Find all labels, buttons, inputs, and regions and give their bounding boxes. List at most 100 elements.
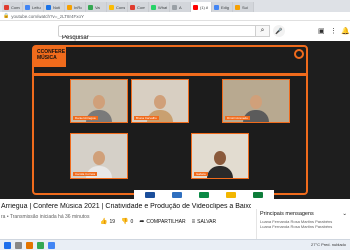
browser-tab[interactable]: InRo (65, 2, 86, 12)
dislike-button[interactable]: 👎 0 (121, 218, 134, 226)
weather-status: Pred. nublado (321, 242, 346, 247)
browser-tab[interactable]: Com (128, 2, 149, 12)
os-taskbar: 27°C Pred. nublado (0, 239, 350, 250)
dislike-count: 0 (130, 218, 134, 225)
tab-label: Edig (221, 4, 230, 10)
tab-label: Cons (116, 4, 125, 10)
participant-figure (207, 151, 233, 178)
search-box[interactable] (58, 25, 256, 43)
tab-favicon-icon (109, 4, 114, 10)
lock-icon: 🔒 (3, 13, 10, 19)
tab-label: A (179, 4, 182, 10)
system-tray: 27°C Pred. nublado (311, 242, 346, 247)
accent-ribbon (34, 73, 306, 76)
participant-name: Isabela (194, 172, 208, 176)
decorative-ring (294, 49, 304, 59)
browser-tab[interactable]: Sui (233, 2, 254, 12)
youtube-header: ⌕ 🎤 ▣ ⋮ 🔔 (0, 22, 350, 43)
tab-label: InRo (74, 4, 83, 10)
share-button[interactable]: ➦ COMPARTILHAR (139, 218, 186, 226)
tab-label: Vai (95, 4, 101, 10)
participant-name: Bruna Carvalho (134, 116, 159, 120)
participant-name: Dimitri Azevedo (225, 116, 250, 120)
apps-grid-icon[interactable]: ⋮ (330, 27, 337, 35)
tab-label: What (158, 4, 167, 10)
like-button[interactable]: 👍 19 (100, 218, 116, 226)
tab-favicon-icon (46, 4, 51, 10)
browser-tab-active[interactable]: (1) A (191, 2, 212, 12)
share-label: COMPARTILHAR (146, 218, 186, 225)
tab-favicon-icon (130, 4, 135, 10)
browser-tab[interactable]: Leitu (23, 2, 44, 12)
participant-tile: Daniel Arriegua (70, 79, 128, 123)
save-playlist-icon: ≡ (191, 218, 196, 225)
video-actions: 👍 19 👎 0 ➦ COMPARTILHAR ≡ SALVAR (100, 218, 217, 226)
voice-search-button[interactable]: 🎤 (273, 25, 285, 37)
logo-line-2: MÚSICA (37, 55, 57, 61)
save-button[interactable]: ≡ SALVAR (192, 219, 217, 225)
chat-header[interactable]: Principais mensagens ⌄ (257, 209, 350, 219)
taskbar-app-icon[interactable] (37, 241, 44, 249)
youtube-favicon-icon (193, 4, 198, 10)
url-text: youtube.com/watch?v=_zLT8r4FxoY (11, 13, 85, 19)
search-icon: ⌕ (260, 27, 265, 34)
save-label: SALVAR (197, 218, 217, 225)
create-video-icon[interactable]: ▣ (318, 27, 325, 35)
temperature: 27°C (311, 242, 320, 247)
search-button[interactable]: ⌕ (256, 25, 270, 37)
browser-tab[interactable]: Como (2, 2, 23, 12)
notifications-bell-icon[interactable]: 🔔 (341, 27, 350, 35)
screenshot-root: Como Leitu Noti InRo Vai Cons Com What A… (0, 0, 350, 250)
tab-favicon-icon (4, 4, 9, 10)
tab-label: (1) A (200, 4, 209, 10)
sponsor-logo (253, 192, 264, 198)
video-player[interactable]: CCONFERE MÚSICA Daniel Arriegua Bruna Ca… (0, 41, 350, 199)
thumbs-up-icon: 👍 (100, 219, 108, 225)
sponsor-logo (226, 192, 237, 198)
chat-header-label: Principais mensagens (260, 211, 314, 217)
browser-tab[interactable]: Noti (44, 2, 65, 12)
browser-tab-strip: Como Leitu Noti InRo Vai Cons Com What A… (0, 0, 350, 12)
participant-tile: Dimitri Azevedo (222, 79, 290, 123)
sponsor-bar (134, 190, 274, 199)
browser-tab[interactable]: What (149, 2, 170, 12)
participant-name: Daniel Arriegua (73, 116, 98, 120)
browser-tab[interactable]: Edig (212, 2, 233, 12)
tab-label: Noti (53, 4, 61, 10)
participant-tile: Bruna Carvalho (131, 79, 189, 123)
participant-tile: Isabela (191, 133, 249, 179)
live-chat-panel: Principais mensagens ⌄ Luana Fernanda Ro… (256, 209, 350, 239)
taskbar-app-icon[interactable] (15, 241, 22, 249)
stream-frame: CCONFERE MÚSICA Daniel Arriegua Bruna Ca… (32, 45, 308, 199)
address-bar[interactable]: 🔒 youtube.com/watch?v=_zLT8r4FxoY (0, 12, 350, 21)
video-meta: ra • Transmissão iniciada há 36 minutos (1, 214, 90, 220)
tab-favicon-icon (88, 4, 93, 10)
browser-tab[interactable]: A (170, 2, 191, 12)
taskbar-app-icon[interactable] (26, 241, 33, 249)
start-menu-icon[interactable] (4, 241, 11, 249)
sponsor-logo (171, 192, 182, 198)
tab-label: Como (11, 4, 20, 10)
taskbar-app-icon[interactable] (48, 241, 55, 249)
sponsor-logo (144, 192, 155, 198)
tab-label: Com (137, 4, 146, 10)
chevron-down-icon: ⌄ (342, 211, 347, 217)
event-logo: CCONFERE MÚSICA (34, 47, 66, 67)
tab-favicon-icon (151, 4, 156, 10)
tab-favicon-icon (25, 4, 30, 10)
tab-favicon-icon (214, 4, 219, 10)
browser-tab[interactable]: Cons (107, 2, 128, 12)
thumbs-down-icon: 👎 (121, 219, 129, 225)
share-icon: ➦ (139, 219, 145, 225)
video-title: Arriegua | Confere Música 2021 | Criativ… (1, 203, 251, 210)
microphone-icon: 🎤 (275, 28, 283, 35)
tab-label: Sui (242, 4, 248, 10)
participant-tile: Camila Correia (70, 133, 128, 179)
tab-label: Leitu (32, 4, 41, 10)
like-count: 19 (109, 218, 116, 225)
browser-tab[interactable]: Vai (86, 2, 107, 12)
tab-favicon-icon (172, 4, 177, 10)
sponsor-logo (198, 192, 209, 198)
chat-message: Luana Fernanda Rosa Martins Parabéns (260, 224, 333, 229)
tab-favicon-icon (67, 4, 72, 10)
